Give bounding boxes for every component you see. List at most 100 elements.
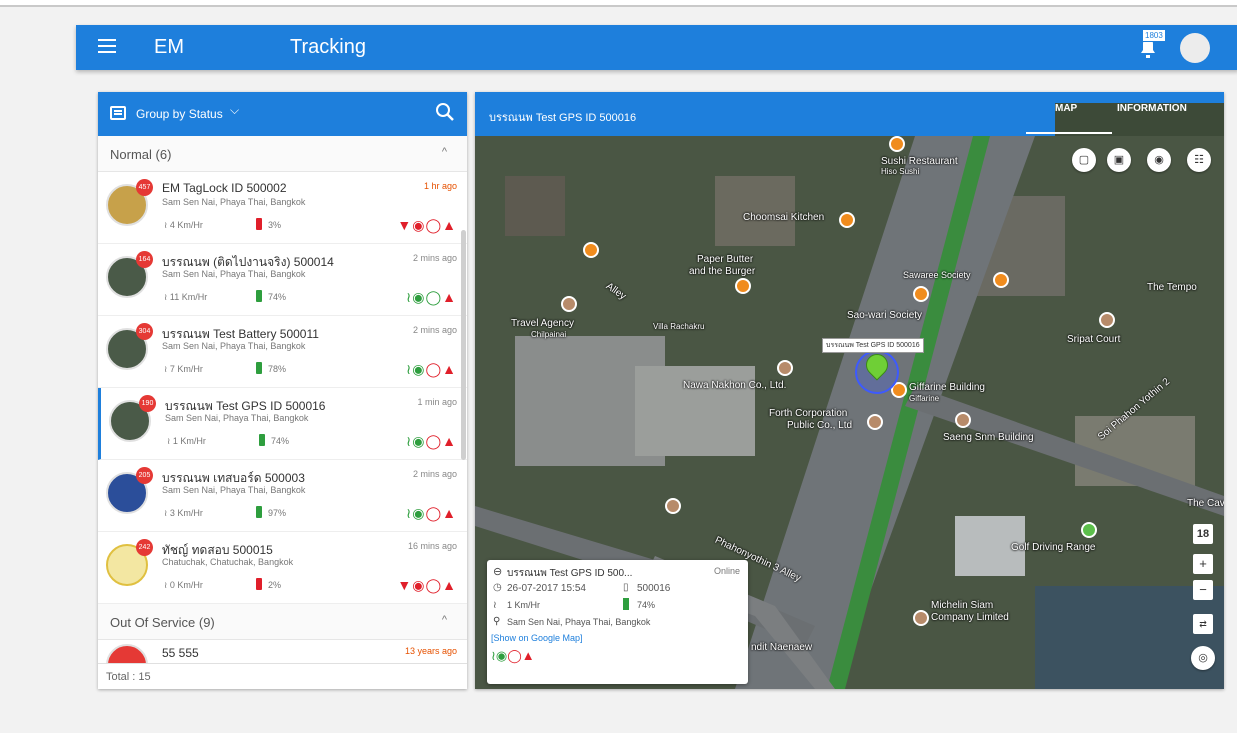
place-poi-icon[interactable]	[955, 412, 971, 428]
list-item[interactable]: 304 บรรณนพ Test Battery 500011 Sam Sen N…	[98, 316, 467, 388]
map-label-forth: Forth Corporation	[769, 408, 848, 419]
device-info-popup: ⊖ บรรณนพ Test GPS ID 500... Online ◷ 26-…	[487, 560, 748, 684]
device-list-panel: Group by Status ⌵ Normal (6) ^ 457 EM Ta…	[98, 92, 467, 689]
location-pin-icon[interactable]: ◉	[1147, 148, 1171, 172]
list-item[interactable]: 190 บรรณนพ Test GPS ID 500016 Sam Sen Na…	[98, 388, 467, 460]
food-poi-icon[interactable]	[913, 286, 929, 302]
map-style-icon[interactable]: ☷	[1187, 148, 1211, 172]
selected-device-title: บรรณนพ Test GPS ID 500016	[489, 112, 637, 124]
battery: 2%	[256, 578, 281, 590]
list-item[interactable]: 457 EM TagLock ID 500002 Sam Sen Nai, Ph…	[98, 172, 467, 244]
device-address: Sam Sen Nai, Phaya Thai, Bangkok	[162, 341, 306, 351]
map-label-saowari: Sao-wari Society	[847, 310, 923, 321]
sushi-poi-icon[interactable]	[889, 136, 905, 152]
my-location-icon[interactable]: ◎	[1191, 646, 1215, 670]
list-header: Group by Status ⌵	[98, 92, 467, 136]
section-normal[interactable]: Normal (6) ^	[98, 136, 467, 172]
map-label-paper-butter-2: and the Burger	[689, 266, 756, 277]
map-label-sawaree: Sawaree Society	[903, 270, 971, 280]
menu-icon[interactable]	[98, 39, 116, 55]
list-item[interactable]: 205 บรรณนพ เทสบอร์ด 500003 Sam Sen Nai, …	[98, 460, 467, 532]
section-out-of-service[interactable]: Out Of Service (9) ^	[98, 604, 467, 640]
list-item[interactable]: 242 ทัชญ์ ทดสอบ 500015 Chatuchak, Chatuc…	[98, 532, 467, 604]
golf-poi-icon[interactable]	[1081, 522, 1097, 538]
battery-value: 2%	[268, 580, 282, 590]
status-icons: ≀◉◯▲	[406, 505, 457, 521]
map-label-travel-sub: Chilpainai	[531, 330, 567, 339]
total-count: Total : 15	[98, 663, 467, 689]
brand-label: EM	[154, 36, 184, 58]
chevron-up-icon[interactable]: ^	[442, 146, 447, 158]
popup-speed: 1 Km/Hr	[507, 600, 541, 610]
place-poi-icon[interactable]	[1099, 312, 1115, 328]
zoom-in-button[interactable]: +	[1193, 554, 1213, 574]
battery: 74%	[259, 434, 289, 446]
alert-badge: 205	[136, 467, 153, 484]
popup-address: Sam Sen Nai, Phaya Thai, Bangkok	[507, 617, 651, 627]
food-poi-icon[interactable]	[993, 272, 1009, 288]
chevron-down-icon[interactable]: ⌵	[230, 103, 239, 118]
food-poi-icon[interactable]	[735, 278, 751, 294]
place-poi-icon[interactable]	[867, 414, 883, 430]
battery-value: 78%	[268, 364, 287, 374]
place-poi-icon[interactable]	[777, 360, 793, 376]
app-bar: EM Tracking 1803	[76, 25, 1237, 70]
map-label-sushi-sub: Hiso Sushi	[881, 167, 920, 176]
map-header: บรรณนพ Test GPS ID 500016 MAP INFORMATIO…	[475, 92, 1224, 656]
map-label-choomsai: Choomsai Kitchen	[743, 212, 825, 223]
user-avatar[interactable]	[1180, 33, 1210, 63]
place-poi-icon[interactable]	[665, 498, 681, 514]
map-label-michelin: Michelin Siam	[931, 600, 994, 611]
popup-datetime: 26-07-2017 15:54	[507, 583, 586, 594]
clock-icon: ◷	[493, 582, 502, 593]
device-address: Sam Sen Nai, Phaya Thai, Bangkok	[162, 197, 306, 207]
scrollbar[interactable]	[461, 230, 466, 460]
alert-badge: 164	[136, 251, 153, 268]
group-by-dropdown[interactable]: Group by Status	[136, 107, 223, 121]
page-title: Tracking	[290, 36, 366, 58]
food-poi-icon[interactable]	[583, 242, 599, 258]
top-divider	[0, 0, 1237, 7]
food-poi-icon[interactable]	[839, 212, 855, 228]
status-icons: ▼◉◯▲	[397, 217, 457, 233]
map-label-tempo: The Tempo	[1147, 282, 1197, 293]
zoom-out-button[interactable]: −	[1193, 580, 1213, 600]
speed: ≀ 11 Km/Hr	[164, 292, 208, 302]
last-update: 13 years ago	[404, 646, 457, 656]
battery: 74%	[256, 290, 286, 302]
layers-icon[interactable]: ▣	[1107, 148, 1131, 172]
last-update: 2 mins ago	[412, 325, 457, 335]
alert-badge: 457	[136, 179, 153, 196]
group-icon	[110, 106, 126, 120]
speed: ≀ 4 Km/Hr	[164, 220, 203, 230]
battery-value: 97%	[268, 508, 287, 518]
speed: ≀ 3 Km/Hr	[164, 508, 203, 518]
map-label-giffarine: Giffarine Building	[909, 382, 985, 393]
marker-tooltip: บรรณนพ Test GPS ID 500016	[822, 338, 924, 353]
active-tab-indicator	[1026, 132, 1112, 134]
speed: ≀ 7 Km/Hr	[164, 364, 203, 374]
tab-information[interactable]: INFORMATION	[1117, 103, 1187, 114]
map-label-the-cave: The Cav	[1187, 498, 1224, 509]
device-address: Sam Sen Nai, Phaya Thai, Bangkok	[162, 485, 306, 495]
layer-toggle-button[interactable]: ⇄	[1193, 614, 1213, 634]
status-icons: ▼◉◯▲	[397, 577, 457, 593]
battery: 78%	[256, 362, 286, 374]
device-name: EM TagLock ID 500002	[162, 181, 287, 195]
map-view[interactable]: Sushi Restaurant Hiso Sushi Choomsai Kit…	[475, 136, 1224, 689]
speed-value: 7 Km/Hr	[169, 364, 203, 374]
place-poi-icon[interactable]	[561, 296, 577, 312]
speed-value: 1 Km/Hr	[172, 436, 206, 446]
search-icon[interactable]	[435, 102, 455, 122]
map-label-villa: Villa Rachakru	[653, 322, 705, 331]
section-label: Out Of Service (9)	[110, 615, 215, 630]
chevron-up-icon[interactable]: ^	[442, 614, 447, 626]
device-name: 55 555	[162, 646, 199, 660]
fullscreen-icon[interactable]: ▢	[1072, 148, 1096, 172]
map-label-sushi: Sushi Restaurant	[881, 156, 958, 167]
list-item[interactable]: 164 บรรณนพ (ติดไปงานจริง) 500014 Sam Sen…	[98, 244, 467, 316]
map-label-travel: Travel Agency	[511, 318, 574, 329]
device-address: Sam Sen Nai, Phaya Thai, Bangkok	[165, 413, 309, 423]
google-map-link[interactable]: [Show on Google Map]	[491, 633, 583, 643]
place-poi-icon[interactable]	[913, 610, 929, 626]
